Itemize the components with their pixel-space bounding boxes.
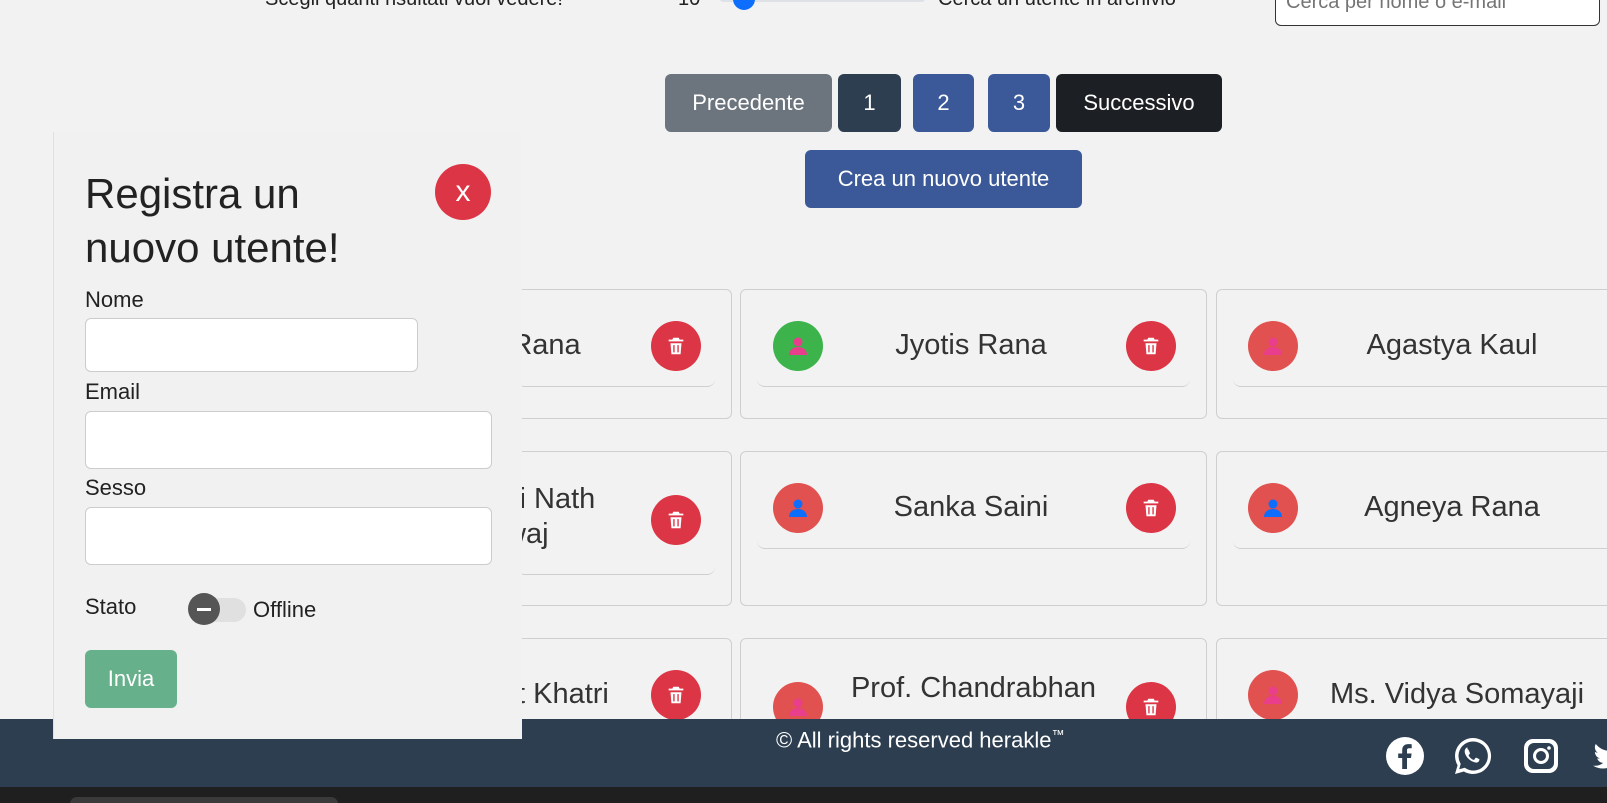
delete-user-button[interactable] — [651, 321, 701, 371]
copyright-label: © All rights reserved herakle — [776, 727, 1052, 753]
user-avatar — [1248, 670, 1298, 720]
minus-icon — [197, 607, 211, 611]
results-slider-thumb[interactable] — [733, 0, 755, 10]
user-avatar — [1248, 321, 1298, 371]
user-card: Agastya Kaul — [1216, 289, 1607, 419]
submit-button[interactable]: Invia — [85, 650, 177, 708]
delete-user-button[interactable] — [1126, 483, 1176, 533]
register-user-modal: Registra un nuovo utente! x Nome Email S… — [53, 132, 522, 739]
status-toggle-knob[interactable] — [188, 593, 220, 625]
trash-icon — [1143, 698, 1159, 716]
user-icon — [1264, 337, 1282, 355]
trash-icon — [668, 686, 684, 704]
page-3-button[interactable]: 3 — [988, 74, 1050, 132]
taskbar-search[interactable] — [70, 797, 338, 803]
user-avatar — [773, 483, 823, 533]
user-icon — [789, 337, 807, 355]
trash-icon — [1143, 499, 1159, 517]
name-label: Nome — [85, 287, 144, 312]
user-name: Prof. Chandrabhan Kh — [850, 672, 1097, 704]
page-2-button[interactable]: 2 — [913, 74, 974, 132]
instagram-icon[interactable] — [1521, 736, 1561, 776]
previous-page-button[interactable]: Precedente — [665, 74, 832, 132]
user-name: Agastya Kaul — [1366, 329, 1538, 361]
email-field[interactable] — [85, 411, 492, 469]
next-page-button[interactable]: Successivo — [1056, 74, 1222, 132]
user-name: Sanka Saini — [893, 491, 1049, 523]
user-name: t Khatri — [517, 678, 609, 710]
close-modal-button[interactable]: x — [435, 164, 491, 220]
page-1-button[interactable]: 1 — [838, 74, 901, 132]
top-controls: Scegli quanti risultati vuoi vedere! 10 … — [0, 0, 1607, 28]
user-icon — [1264, 686, 1282, 704]
user-name: Agneya Rana — [1364, 491, 1540, 523]
whatsapp-icon[interactable] — [1453, 736, 1493, 776]
user-icon — [1264, 499, 1282, 517]
user-card: Sanka Saini — [740, 451, 1207, 606]
user-name: Jyotis Rana — [895, 329, 1047, 361]
os-taskbar — [0, 787, 1607, 803]
name-field[interactable] — [85, 318, 418, 372]
user-card: ki Nath waj — [500, 451, 732, 606]
twitter-icon[interactable] — [1589, 736, 1607, 776]
user-card: Agneya Rana — [1216, 451, 1607, 606]
trash-icon — [668, 337, 684, 355]
gender-field[interactable] — [85, 507, 492, 565]
status-value: Offline — [253, 597, 317, 622]
gender-label: Sesso — [85, 475, 147, 500]
delete-user-button[interactable] — [651, 495, 701, 545]
trademark-symbol: ™ — [1051, 727, 1065, 742]
facebook-icon[interactable] — [1385, 736, 1425, 776]
user-avatar — [773, 321, 823, 371]
user-icon — [789, 698, 807, 716]
user-name: Ms. Vidya Somayaji — [1329, 678, 1585, 710]
search-label: Cerca un utente in archivio — [938, 0, 1176, 11]
user-avatar — [1248, 483, 1298, 533]
delete-user-button[interactable] — [1126, 321, 1176, 371]
create-user-button[interactable]: Crea un nuovo utente — [805, 150, 1082, 208]
results-count-label: Scegli quanti risultati vuoi vedere! — [265, 0, 563, 11]
user-icon — [789, 499, 807, 517]
status-label: Stato — [85, 594, 137, 619]
copyright-text: © All rights reserved herakle™ — [776, 727, 1064, 753]
modal-title: Registra un nuovo utente! — [85, 170, 340, 271]
results-count-value: 10 — [678, 0, 700, 11]
trash-icon — [1143, 337, 1159, 355]
delete-user-button[interactable] — [651, 670, 701, 720]
email-label: Email — [85, 379, 141, 404]
trash-icon — [668, 511, 684, 529]
search-input[interactable] — [1275, 0, 1600, 26]
user-card: Rana — [500, 289, 732, 419]
user-card: Jyotis Rana — [740, 289, 1207, 419]
